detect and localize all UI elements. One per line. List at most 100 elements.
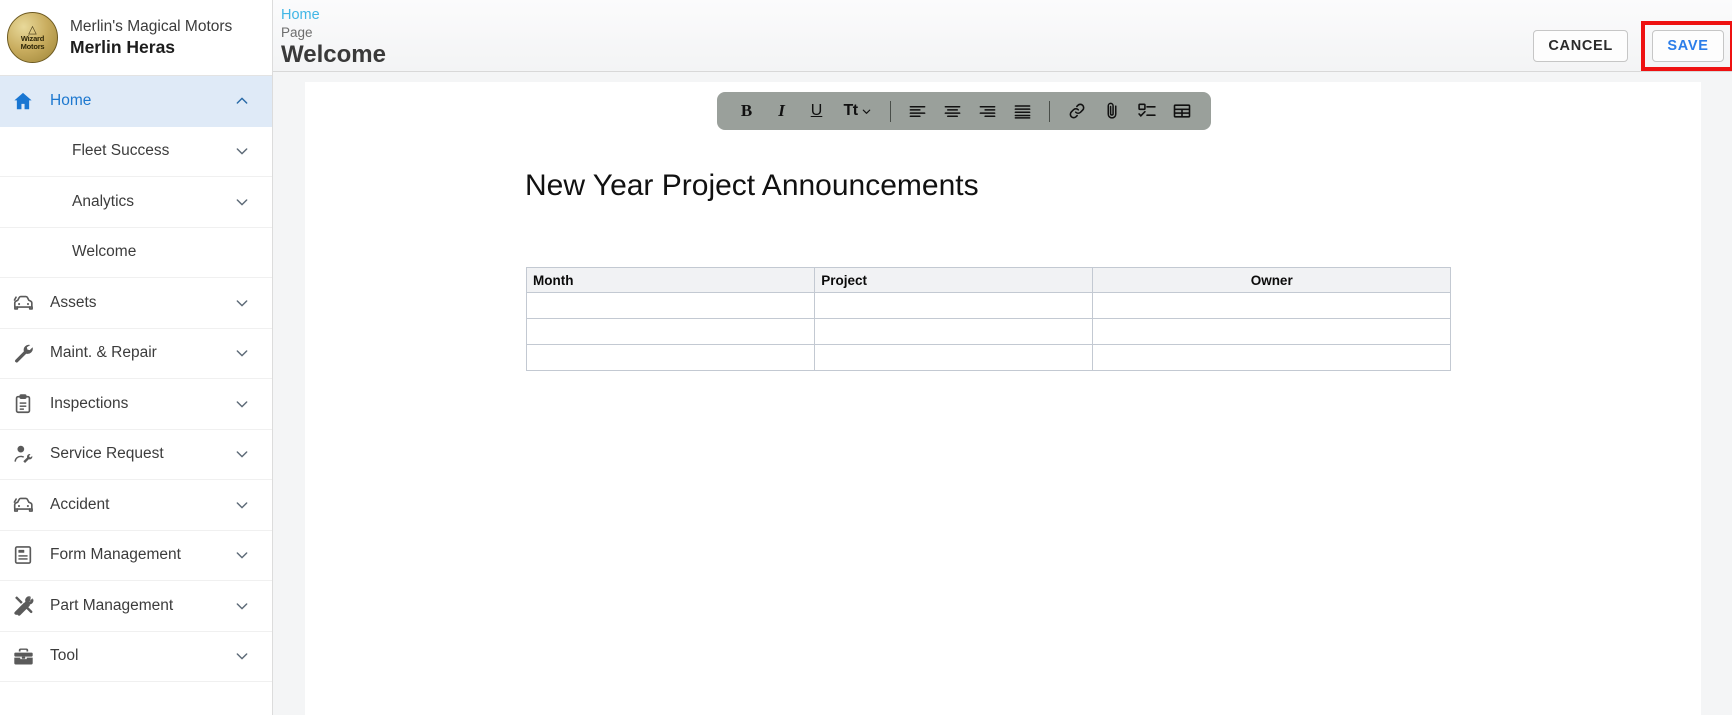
chevron-up-icon[interactable] (234, 93, 250, 109)
sidebar-item-label: Home (50, 91, 92, 109)
align-center-icon[interactable] (935, 94, 970, 128)
chevron-down-icon[interactable] (234, 295, 250, 311)
chevron-none (234, 244, 250, 260)
table-cell[interactable] (525, 318, 816, 345)
table-cell[interactable] (1092, 292, 1451, 319)
top-bar-actions: CANCEL SAVE (1533, 21, 1732, 71)
table-row (525, 344, 1451, 371)
main-area: Home Page Welcome CANCEL SAVE B I U Tt N… (273, 0, 1732, 715)
sidebar-nav: Home Fleet Success Analytics Welcome Assets M… (0, 76, 272, 682)
table-header-cell[interactable]: Owner (1092, 267, 1451, 293)
italic-icon[interactable]: I (764, 94, 799, 128)
chevron-down-icon[interactable] (234, 648, 250, 664)
document-table[interactable]: Month Project Owner (525, 267, 1451, 371)
chevron-down-icon[interactable] (234, 143, 250, 159)
document-title[interactable]: New Year Project Announcements (525, 168, 979, 204)
sidebar-item-label: Part Management (50, 596, 174, 614)
sidebar-item-welcome[interactable]: Welcome (0, 228, 272, 278)
attachment-icon[interactable] (1094, 94, 1129, 128)
sidebar-item-home[interactable]: Home (0, 76, 272, 127)
person-tool-icon (0, 443, 46, 466)
font-size-icon[interactable]: Tt (834, 94, 881, 128)
table-header-cell[interactable]: Project (814, 267, 1094, 293)
chevron-down-icon[interactable] (234, 446, 250, 462)
sidebar: △ Wizard Motors Merlin's Magical Motors … (0, 0, 273, 715)
top-bar: Home Page Welcome CANCEL SAVE (273, 0, 1732, 72)
chevron-down-icon[interactable] (234, 345, 250, 361)
table-row (525, 318, 1451, 345)
logo-line-2: Motors (20, 42, 45, 51)
sidebar-item-service-request[interactable]: Service Request (0, 430, 272, 480)
clipboard-icon (0, 393, 46, 415)
font-size-label: Tt (843, 102, 858, 119)
table-cell[interactable] (525, 292, 816, 319)
sidebar-item-tool[interactable]: Tool (0, 632, 272, 682)
sidebar-item-fleet-success[interactable]: Fleet Success (0, 127, 272, 177)
align-justify-icon[interactable] (1005, 94, 1040, 128)
table-head: Month Project Owner (525, 267, 1451, 293)
save-button-highlight: SAVE (1641, 21, 1732, 71)
underline-icon[interactable]: U (799, 94, 834, 128)
align-left-icon[interactable] (900, 94, 935, 128)
sidebar-item-assets[interactable]: Assets (0, 278, 272, 329)
table-cell[interactable] (1092, 344, 1451, 371)
bold-icon[interactable]: B (729, 94, 764, 128)
breadcrumb: Home Page Welcome (273, 0, 386, 69)
user-name: Merlin Heras (70, 37, 176, 57)
toolbox-icon (0, 645, 46, 668)
sidebar-item-label: Form Management (50, 546, 181, 564)
table-cell[interactable] (814, 318, 1094, 345)
form-icon (0, 544, 46, 566)
car-icon (0, 291, 46, 314)
chevron-down-icon[interactable] (234, 396, 250, 412)
car-crash-icon (0, 493, 46, 516)
table-header-cell[interactable]: Month (525, 267, 816, 293)
sidebar-item-label: Inspections (50, 394, 129, 412)
wizard-glyph: △ (28, 24, 37, 36)
chevron-down-icon[interactable] (234, 547, 250, 563)
chevron-down-icon[interactable] (234, 497, 250, 513)
sidebar-item-label: Fleet Success (72, 142, 170, 160)
table-icon[interactable] (1164, 94, 1199, 128)
tools-cross-icon (0, 594, 46, 617)
editor-toolbar: B I U Tt (717, 92, 1211, 130)
link-icon[interactable] (1059, 94, 1094, 128)
table-cell[interactable] (1092, 318, 1451, 345)
wrench-icon (0, 342, 46, 365)
brand-header: △ Wizard Motors Merlin's Magical Motors … (0, 0, 272, 76)
save-button[interactable]: SAVE (1652, 30, 1724, 62)
sidebar-item-label: Tool (50, 647, 79, 665)
align-right-icon[interactable] (970, 94, 1005, 128)
table-body (525, 292, 1451, 371)
cancel-button[interactable]: CANCEL (1533, 30, 1628, 62)
toolbar-divider (890, 100, 891, 122)
app-root: △ Wizard Motors Merlin's Magical Motors … (0, 0, 1732, 715)
sidebar-item-maint-repair[interactable]: Maint. & Repair (0, 329, 272, 379)
chevron-down-icon (861, 106, 872, 117)
sidebar-item-label: Assets (50, 293, 97, 311)
checklist-icon[interactable] (1129, 94, 1164, 128)
breadcrumb-home-link[interactable]: Home (281, 7, 386, 24)
table-cell[interactable] (814, 292, 1094, 319)
brand-text: Merlin's Magical Motors Merlin Heras (70, 17, 232, 58)
sidebar-item-analytics[interactable]: Analytics (0, 177, 272, 228)
sidebar-item-part-management[interactable]: Part Management (0, 581, 272, 632)
sidebar-item-inspections[interactable]: Inspections (0, 379, 272, 430)
chevron-down-icon[interactable] (234, 194, 250, 210)
sidebar-item-accident[interactable]: Accident (0, 480, 272, 531)
sidebar-item-label: Analytics (72, 192, 135, 210)
breadcrumb-page-label: Page (281, 25, 313, 40)
page-title: Welcome (281, 41, 386, 68)
sidebar-item-form-management[interactable]: Form Management (0, 531, 272, 581)
editor-page[interactable]: B I U Tt New Year Project Announcements … (305, 82, 1701, 715)
chevron-down-icon[interactable] (234, 598, 250, 614)
logo-wizard-icon: △ Wizard Motors (7, 12, 58, 63)
sidebar-item-label: Maint. & Repair (50, 344, 157, 362)
company-name: Merlin's Magical Motors (70, 18, 233, 35)
sidebar-item-label: Accident (50, 495, 110, 513)
table-cell[interactable] (814, 344, 1094, 371)
home-icon (0, 90, 46, 112)
table-cell[interactable] (525, 344, 816, 371)
table-header-row: Month Project Owner (525, 267, 1451, 293)
sidebar-item-label: Service Request (50, 445, 164, 463)
